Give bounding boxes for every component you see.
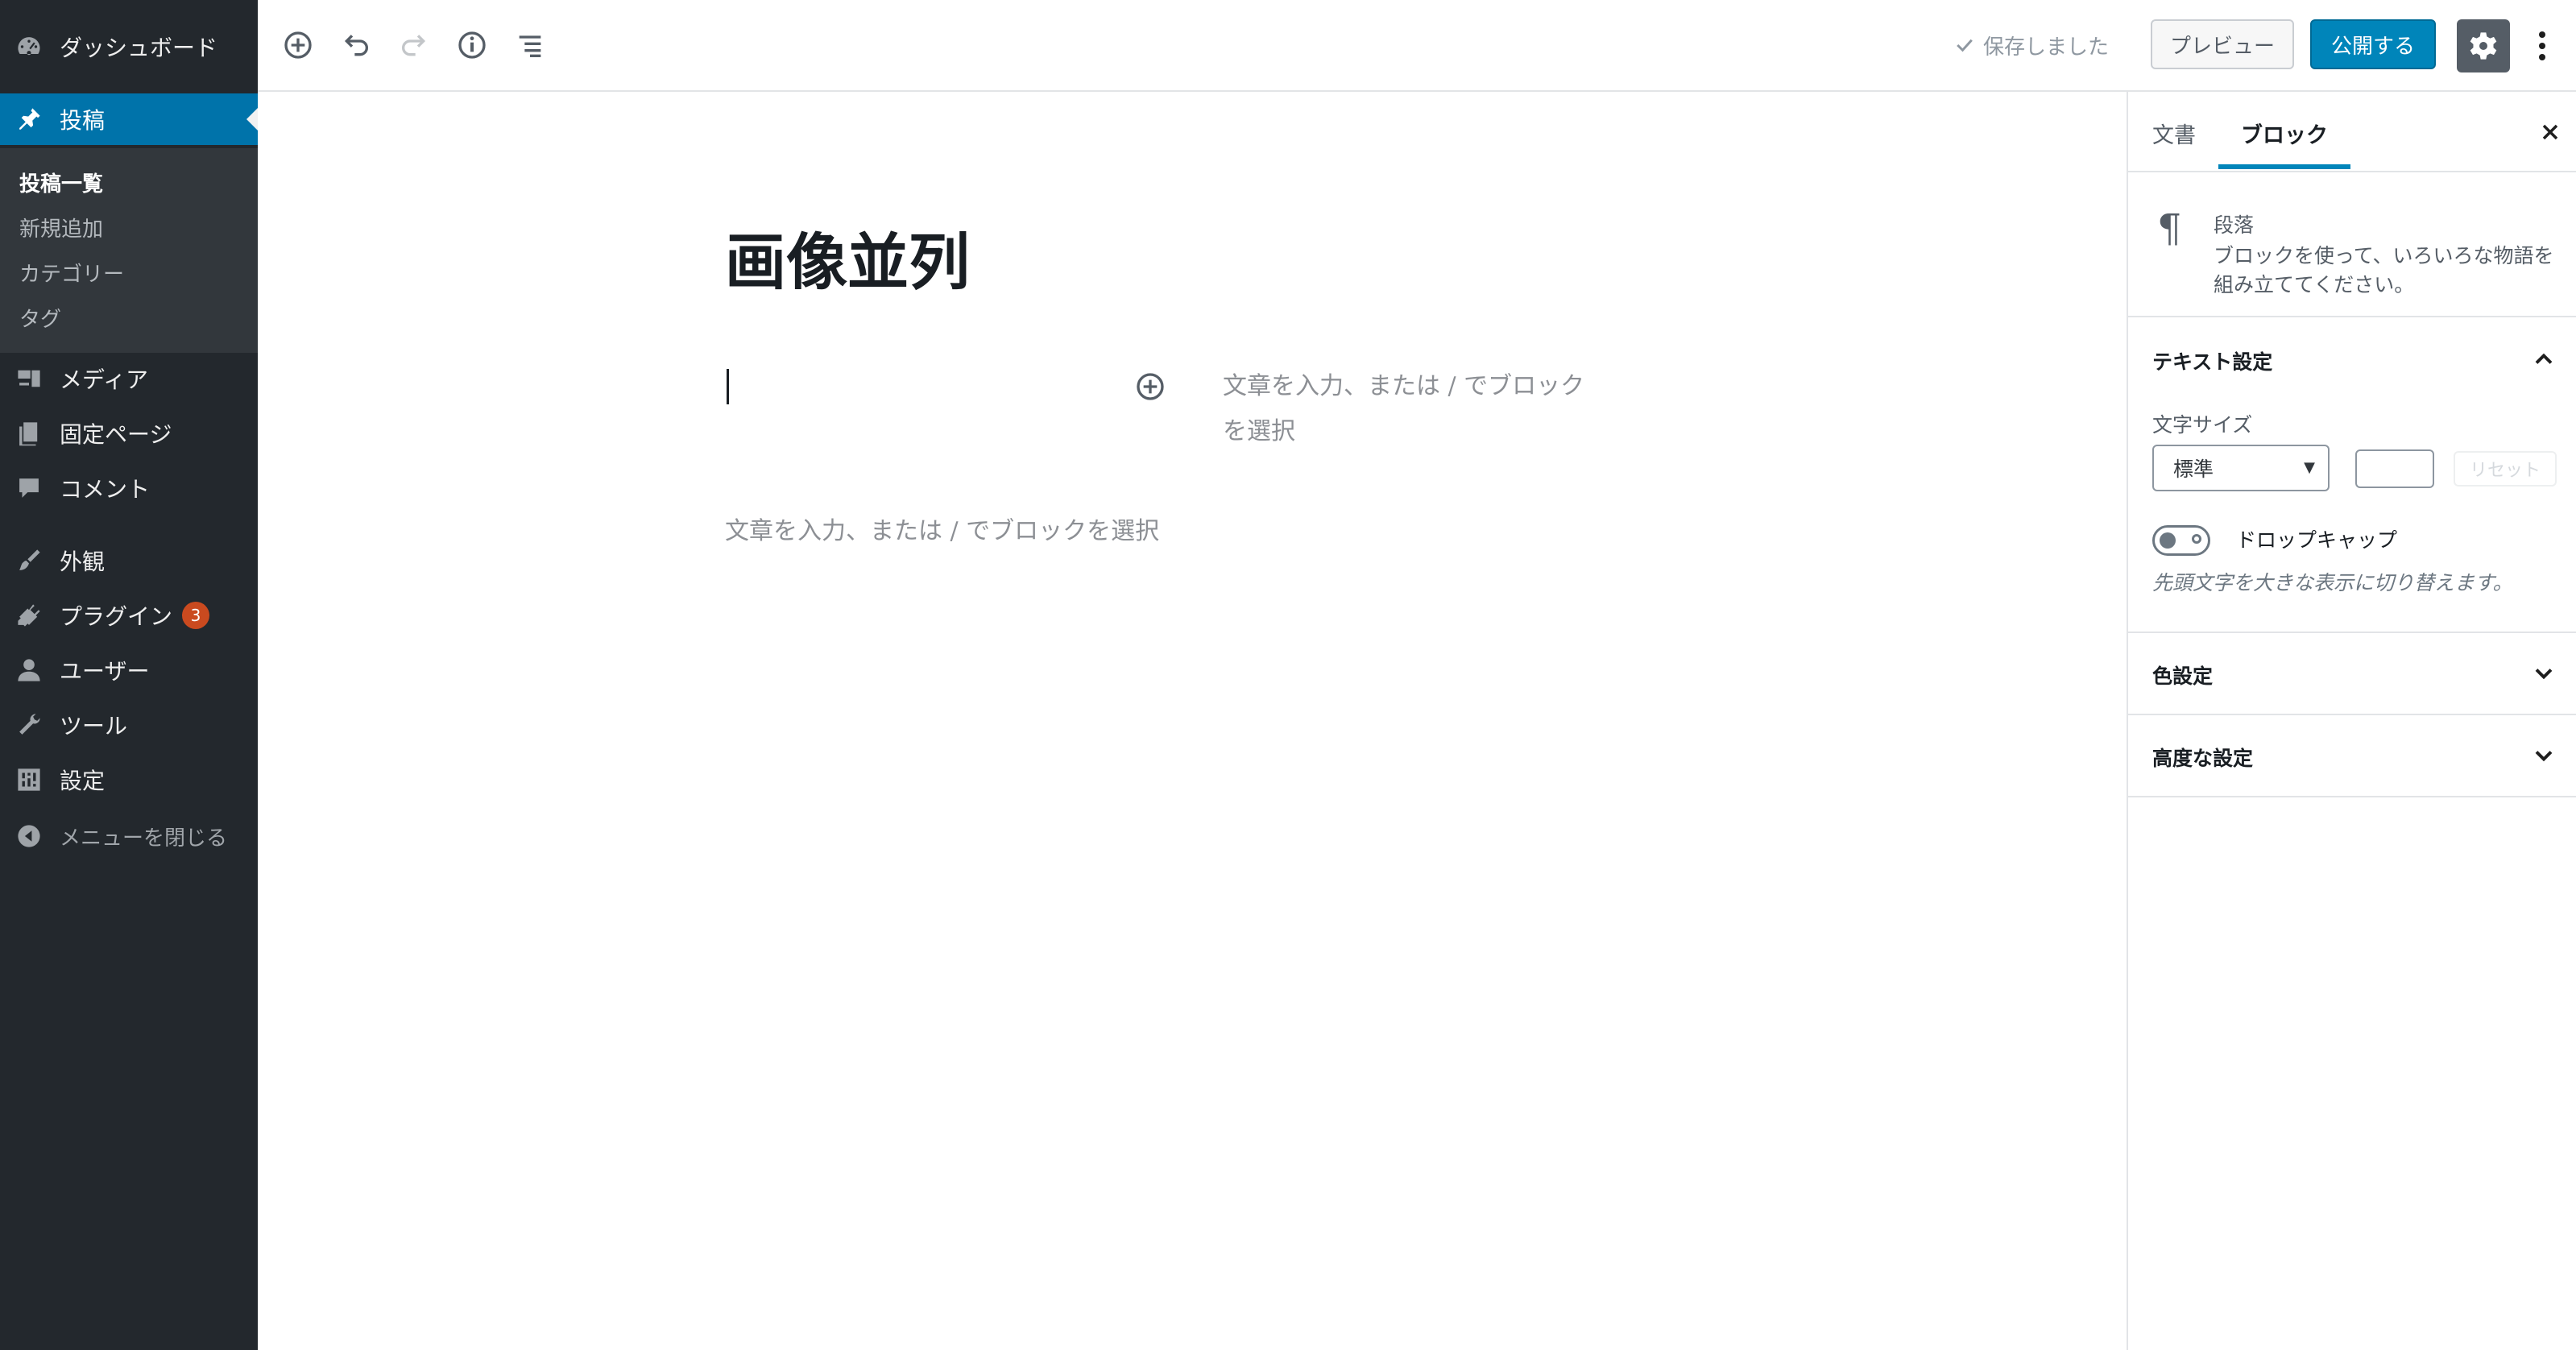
block-name: 段落: [2214, 213, 2255, 237]
saved-label: 保存しました: [1983, 35, 2110, 60]
submenu-tags[interactable]: タグ: [19, 303, 61, 333]
admin-sidebar: ダッシュボード 投稿 投稿一覧 新規追加 カテゴリー タグ メディア 固定ページ…: [0, 0, 258, 1350]
toggle-knob: [2160, 532, 2176, 549]
menu-label: メニューを閉じる: [60, 826, 228, 851]
text-settings-title[interactable]: テキスト設定: [2152, 346, 2272, 375]
menu-item-plugins[interactable]: プラグイン 3: [0, 590, 258, 641]
chevron-down-icon: [2535, 751, 2553, 762]
pin-icon: [13, 103, 45, 135]
block-navigation-button[interactable]: [509, 24, 551, 66]
menu-label: 設定: [60, 768, 106, 794]
publish-button[interactable]: 公開する: [2310, 19, 2436, 69]
settings-toggle-button[interactable]: [2457, 19, 2510, 72]
menu-item-comments[interactable]: コメント: [0, 462, 258, 514]
font-size-label: 文字サイズ: [2152, 413, 2253, 437]
undo-button[interactable]: [335, 24, 377, 66]
dropcap-label: ドロップキャップ: [2236, 528, 2398, 552]
info-icon: [458, 31, 486, 59]
menu-label: ユーザー: [60, 658, 150, 685]
submenu-add-new[interactable]: 新規追加: [19, 213, 103, 242]
chevron-down-icon: [2535, 669, 2553, 680]
chevron-up-icon[interactable]: [2529, 345, 2558, 374]
plus-circle-icon: [1137, 373, 1164, 400]
advanced-settings-panel[interactable]: 高度な設定: [2128, 715, 2576, 797]
dropdown-arrow-icon: ▼: [2304, 459, 2315, 476]
settings-icon: [13, 764, 45, 796]
submenu-all-posts[interactable]: 投稿一覧: [19, 168, 103, 197]
custom-font-size-input[interactable]: [2355, 449, 2434, 488]
more-options-button[interactable]: [2526, 21, 2558, 71]
menu-item-posts[interactable]: 投稿: [0, 93, 258, 145]
plugin-icon: [13, 599, 45, 632]
comment-icon: [13, 472, 45, 504]
plus-circle-icon: [284, 31, 312, 59]
reset-font-size-button[interactable]: リセット: [2454, 451, 2557, 487]
menu-label: 外観: [60, 549, 106, 575]
menu-item-tools[interactable]: ツール: [0, 699, 258, 751]
menu-label: 投稿: [60, 107, 106, 134]
text-caret: [727, 369, 729, 404]
posts-submenu: 投稿一覧 新規追加 カテゴリー タグ: [0, 148, 258, 353]
collapse-icon: [13, 820, 45, 852]
user-icon: [13, 654, 45, 686]
check-icon: [1957, 39, 1973, 52]
preview-button[interactable]: プレビュー: [2151, 19, 2294, 69]
editor-toolbar: 保存しました プレビュー 公開する: [258, 0, 2576, 92]
paragraph-icon: ¶: [2157, 206, 2182, 251]
content-info-button[interactable]: [451, 24, 493, 66]
dropcap-help-text: 先頭文字を大きな表示に切り替えます。: [2152, 571, 2513, 594]
menu-item-settings[interactable]: 設定: [0, 754, 258, 805]
color-settings-title: 色設定: [2152, 665, 2214, 688]
paragraph-placeholder[interactable]: 文章を入力、または / でブロックを選択: [1223, 364, 1601, 454]
default-block-appender[interactable]: 文章を入力、または / でブロックを選択: [725, 509, 1159, 554]
media-icon: [13, 362, 45, 395]
submenu-categories[interactable]: カテゴリー: [19, 258, 124, 288]
more-vertical-icon: [2539, 31, 2545, 60]
font-size-value: 標準: [2173, 458, 2214, 481]
menu-label: ツール: [60, 713, 128, 739]
collapse-menu-button[interactable]: メニューを閉じる: [0, 810, 258, 862]
editor-canvas: 画像並列 文章を入力、または / でブロックを選択 文章を入力、または / でブ…: [258, 92, 2127, 1350]
settings-sidebar: 文書 ブロック ¶ 段落 ブロックを使って、いろいろな物語を組み立ててください。…: [2127, 92, 2576, 1350]
menu-label: プラグイン: [60, 603, 173, 630]
menu-item-dashboard[interactable]: ダッシュボード: [0, 21, 258, 72]
close-settings-button[interactable]: [2534, 116, 2566, 148]
menu-item-pages[interactable]: 固定ページ: [0, 408, 258, 459]
redo-icon: [402, 35, 426, 56]
tab-document[interactable]: 文書: [2152, 118, 2196, 149]
menu-item-media[interactable]: メディア: [0, 353, 258, 404]
font-size-select[interactable]: 標準 ▼: [2152, 445, 2330, 491]
tools-icon: [13, 709, 45, 741]
redo-button[interactable]: [393, 24, 435, 66]
close-icon: [2542, 124, 2558, 140]
post-title[interactable]: 画像並列: [725, 213, 970, 301]
toggle-off-indicator: [2192, 534, 2201, 544]
saved-status: 保存しました: [1953, 29, 2109, 61]
menu-label: ダッシュボード: [60, 35, 218, 61]
active-arrow: [246, 108, 258, 130]
update-count-badge: 3: [182, 602, 210, 629]
menu-item-appearance[interactable]: 外観: [0, 535, 258, 586]
undo-icon: [344, 35, 368, 56]
dashboard-icon: [13, 31, 45, 63]
menu-label: コメント: [60, 476, 151, 503]
dropcap-toggle[interactable]: [2152, 525, 2210, 556]
menu-label: 固定ページ: [60, 421, 172, 448]
add-block-button[interactable]: [277, 24, 319, 66]
block-description: ブロックを使って、いろいろな物語を組み立ててください。: [2214, 244, 2554, 296]
menu-label: メディア: [60, 366, 149, 393]
advanced-settings-title: 高度な設定: [2152, 747, 2254, 770]
panel-tabs: 文書 ブロック: [2128, 92, 2576, 172]
tab-block[interactable]: ブロック: [2241, 118, 2328, 149]
appearance-icon: [13, 545, 45, 577]
active-tab-indicator: [2218, 164, 2350, 169]
menu-item-users[interactable]: ユーザー: [0, 644, 258, 696]
gear-icon: [2470, 32, 2497, 60]
pages-icon: [13, 417, 45, 449]
color-settings-panel[interactable]: 色設定: [2128, 633, 2576, 715]
list-outline-icon: [519, 35, 541, 57]
inline-inserter-button[interactable]: [1133, 369, 1168, 404]
block-card: ¶ 段落 ブロックを使って、いろいろな物語を組み立ててください。: [2128, 172, 2576, 317]
